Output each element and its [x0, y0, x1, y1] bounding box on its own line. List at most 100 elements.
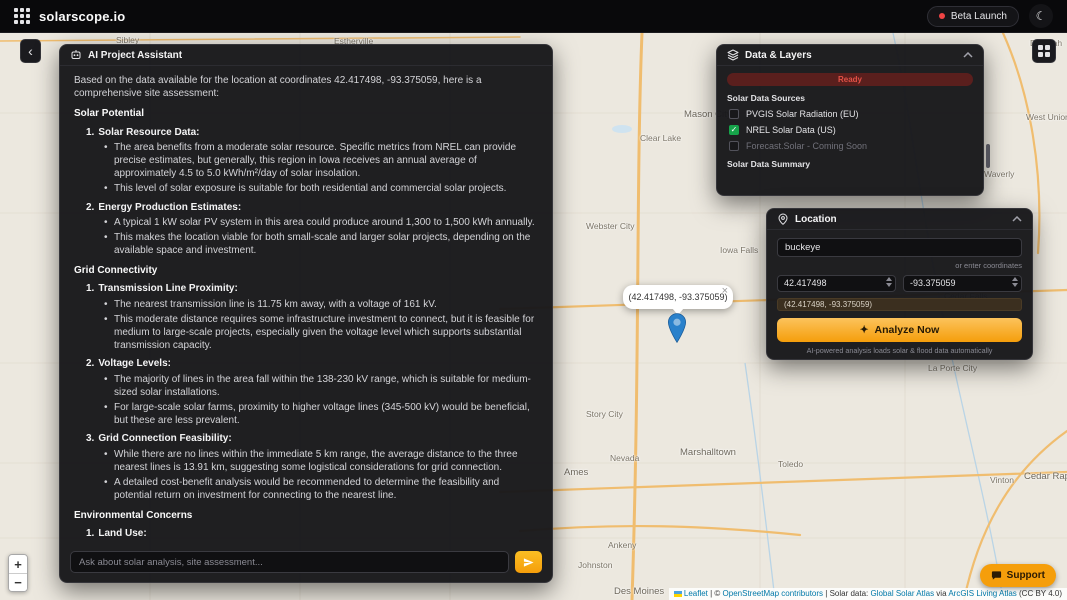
map-label: Marshalltown	[680, 447, 736, 458]
list-item-title: 3. Grid Connection Feasibility:	[86, 433, 232, 445]
map-attribution: Leaflet | © OpenStreetMap contributors |…	[668, 588, 1067, 600]
checkbox-unchecked[interactable]	[729, 109, 739, 119]
location-search-input[interactable]	[777, 238, 1022, 257]
lake	[612, 125, 632, 133]
layers-stack-icon	[727, 49, 739, 61]
send-button[interactable]	[515, 551, 542, 573]
leaflet-link[interactable]: Leaflet	[684, 589, 708, 598]
assistant-message: Based on the data available for the loca…	[60, 66, 552, 544]
moon-icon: ☾	[1035, 9, 1047, 23]
location-title: Location	[795, 213, 837, 225]
source-label: Forecast.Solar - Coming Soon	[746, 141, 868, 151]
location-panel: Location or enter coordinates	[766, 208, 1033, 360]
leaflet-flag-icon	[673, 591, 682, 597]
data-layers-panel: Data & Layers Ready Solar Data Sources P…	[716, 44, 990, 196]
beta-badge: Beta Launch	[926, 5, 1019, 27]
bullet: For large-scale solar farms, proximity t…	[104, 401, 538, 427]
map-popup-text: (42.417498, -93.375059)	[628, 292, 728, 302]
assistant-input-row	[60, 544, 552, 582]
map-label: Story City	[586, 409, 623, 419]
list-item-title: 1. Solar Resource Data:	[86, 126, 200, 138]
bullet: This moderate distance requires some inf…	[104, 313, 538, 353]
gsa-link[interactable]: Global Solar Atlas	[870, 589, 934, 598]
popup-close-icon[interactable]: ×	[722, 285, 728, 297]
map-label: Johnston	[578, 560, 613, 570]
analyze-now-button[interactable]: ✦ Analyze Now	[777, 317, 1022, 342]
map-label: Ames	[564, 467, 589, 478]
chevron-up-icon	[963, 52, 973, 58]
section-heading: Grid Connectivity	[74, 265, 158, 277]
support-label: Support	[1006, 570, 1045, 581]
sources-label: Solar Data Sources	[727, 93, 805, 103]
chat-input[interactable]	[70, 551, 509, 573]
latitude-stepper[interactable]	[886, 277, 892, 287]
section-heading: Solar Potential	[74, 108, 145, 120]
marker-pin-icon	[667, 313, 687, 344]
chat-bubble-icon	[991, 571, 1001, 580]
collapse-button[interactable]	[963, 52, 973, 58]
map-label: Clear Lake	[640, 133, 682, 143]
panel-scrollbar[interactable]	[986, 144, 990, 168]
bullet: A typical 1 kW solar PV system in this a…	[104, 216, 538, 229]
map-label: Des Moines	[614, 586, 665, 597]
map-label: Iowa Falls	[720, 245, 759, 255]
layers-button[interactable]	[1032, 39, 1056, 63]
section-heading: Environmental Concerns	[74, 510, 193, 522]
robot-icon	[71, 50, 81, 59]
data-layers-header[interactable]: Data & Layers	[717, 45, 983, 66]
bullet: The site must be evaluated for current l…	[104, 543, 538, 544]
zoom-in-button[interactable]: +	[9, 555, 27, 573]
grid-layers-icon	[1038, 45, 1050, 57]
location-header[interactable]: Location	[767, 209, 1032, 230]
zoom-out-button[interactable]: −	[9, 573, 27, 591]
bullet: The nearest transmission line is 11.75 k…	[104, 298, 538, 311]
list-item-title: 2. Energy Production Estimates:	[86, 201, 242, 213]
map-label: Cedar Rapids	[1024, 471, 1067, 482]
theme-toggle-button[interactable]: ☾	[1029, 4, 1053, 28]
checkbox-disabled	[729, 141, 739, 151]
support-button[interactable]: Support	[979, 564, 1056, 587]
map-marker[interactable]	[667, 313, 687, 344]
collapse-button[interactable]	[1012, 216, 1022, 222]
arcgis-link[interactable]: ArcGIS Living Atlas	[948, 589, 1016, 598]
map-popup: (42.417498, -93.375059) ×	[623, 285, 733, 315]
assistant-intro: Based on the data available for the loca…	[74, 75, 482, 100]
map-label: Vinton	[990, 475, 1014, 485]
app-title: solarscope.io	[39, 8, 126, 24]
topbar: solarscope.io Beta Launch ☾	[0, 0, 1067, 33]
analyze-hint: AI-powered analysis loads solar & flood …	[806, 345, 993, 355]
bullet: The majority of lines in the area fall w…	[104, 373, 538, 399]
list-item-title: 1. Land Use:	[86, 528, 147, 540]
list-item-title: 1. Transmission Line Proximity:	[86, 283, 238, 295]
source-row-pvgis[interactable]: PVGIS Solar Radiation (EU)	[727, 106, 973, 122]
coords-hint: or enter coordinates	[955, 261, 1022, 270]
sparkle-icon: ✦	[859, 323, 869, 336]
ai-assistant-header[interactable]: AI Project Assistant	[60, 45, 552, 66]
analyze-label: Analyze Now	[874, 323, 940, 336]
longitude-input[interactable]	[903, 274, 1022, 292]
chevron-left-icon: ‹	[28, 43, 33, 59]
map-label: Waverly	[984, 169, 1015, 179]
check-icon: ✓	[730, 125, 738, 134]
bullet: This level of solar exposure is suitable…	[104, 182, 538, 195]
status-badge: Ready	[727, 73, 973, 86]
bullet: The area benefits from a moderate solar …	[104, 141, 538, 181]
list-item-title: 2. Voltage Levels:	[86, 358, 171, 370]
checkbox-checked[interactable]: ✓	[729, 125, 739, 135]
coords-display: (42.417498, -93.375059)	[777, 297, 1022, 311]
latitude-input[interactable]	[777, 274, 896, 292]
ai-assistant-panel: AI Project Assistant Based on the data a…	[59, 44, 553, 583]
osm-link[interactable]: OpenStreetMap contributors	[723, 589, 824, 598]
longitude-stepper[interactable]	[1012, 277, 1018, 287]
source-row-forecast: Forecast.Solar - Coming Soon	[727, 138, 973, 154]
data-layers-title: Data & Layers	[745, 49, 812, 61]
back-button[interactable]: ‹	[20, 39, 41, 63]
app-root: Sibley Estherville Mason City Clear Lake…	[0, 0, 1067, 600]
map-label: La Porte City	[928, 363, 978, 373]
source-row-nrel[interactable]: ✓ NREL Solar Data (US)	[727, 122, 973, 138]
zoom-control: + −	[8, 554, 28, 592]
bullet: While there are no lines within the imme…	[104, 448, 538, 474]
beta-badge-label: Beta Launch	[950, 10, 1007, 22]
map-label: Toledo	[778, 459, 804, 469]
summary-label: Solar Data Summary	[727, 159, 811, 169]
